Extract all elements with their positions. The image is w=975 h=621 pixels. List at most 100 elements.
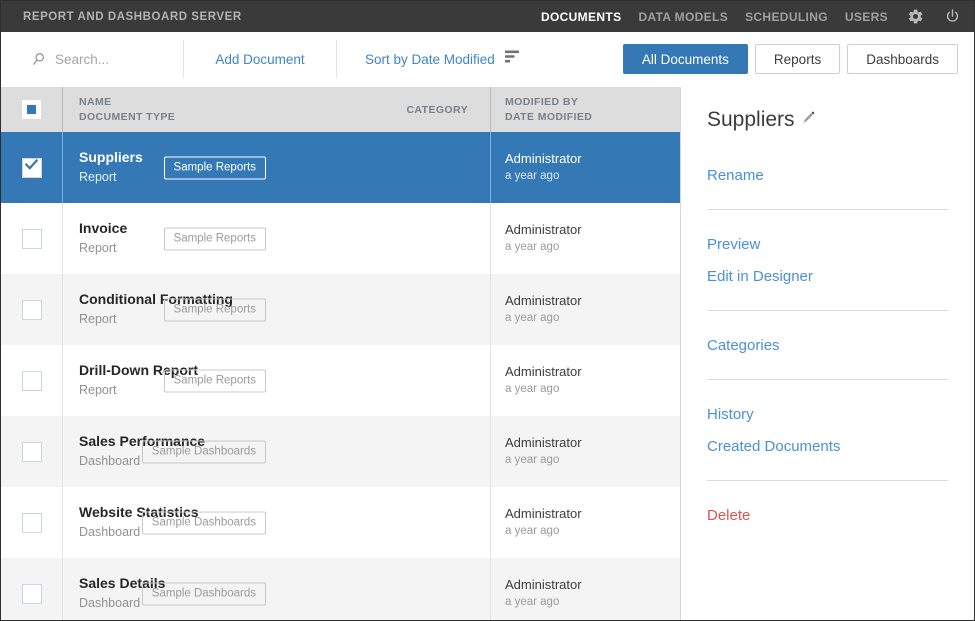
panel-group-open: Preview Edit in Designer (707, 236, 948, 286)
date-modified-value: a year ago (505, 383, 680, 396)
category-badge[interactable]: Sample Dashboards (142, 582, 266, 605)
nav-item-users[interactable]: USERS (845, 10, 888, 24)
category-badge[interactable]: Sample Reports (164, 227, 266, 250)
row-select-cell[interactable] (1, 345, 62, 416)
top-navigation: DOCUMENTS DATA MODELS SCHEDULING USERS (541, 7, 962, 27)
modified-by-value: Administrator (505, 294, 680, 308)
pencil-icon[interactable] (801, 110, 816, 130)
toolbar: Add Document Sort by Date Modified All D… (1, 32, 974, 87)
power-icon[interactable] (942, 7, 962, 27)
filter-all-documents-button[interactable]: All Documents (623, 44, 748, 74)
row-select-cell[interactable] (1, 416, 62, 487)
add-document-wrap: Add Document (184, 52, 336, 67)
row-modified-cell: Administrator a year ago (490, 416, 680, 487)
row-checkbox[interactable] (22, 158, 42, 178)
document-type: Report (79, 242, 127, 256)
modified-by-value: Administrator (505, 152, 680, 166)
panel-title-row: Suppliers (707, 109, 948, 130)
indeterminate-mark-icon (27, 105, 36, 114)
row-select-cell[interactable] (1, 487, 62, 558)
filter-dashboards-button[interactable]: Dashboards (847, 44, 958, 74)
history-link[interactable]: History (707, 406, 948, 424)
row-select-cell[interactable] (1, 558, 62, 620)
row-modified-cell: Administrator a year ago (490, 487, 680, 558)
table-row[interactable]: Sales Details Dashboard Sample Dashboard… (1, 558, 680, 620)
nav-item-documents[interactable]: DOCUMENTS (541, 10, 621, 24)
search-icon (31, 52, 46, 67)
table-row[interactable]: Sales Performance Dashboard Sample Dashb… (1, 416, 680, 487)
main-body: NAME DOCUMENT TYPE CATEGORY MODIFIED BY … (1, 87, 974, 620)
modified-by-value: Administrator (505, 507, 680, 521)
edit-in-designer-link[interactable]: Edit in Designer (707, 268, 948, 286)
row-checkbox[interactable] (22, 584, 42, 604)
filter-reports-button[interactable]: Reports (755, 44, 840, 74)
row-checkbox[interactable] (22, 229, 42, 249)
row-select-cell[interactable] (1, 203, 62, 274)
panel-divider-1 (707, 209, 948, 210)
category-badge[interactable]: Sample Reports (164, 156, 266, 179)
preview-link[interactable]: Preview (707, 236, 948, 254)
panel-divider-4 (707, 480, 948, 481)
row-name-cell: Sales Performance Dashboard Sample Dashb… (62, 416, 490, 487)
document-list: NAME DOCUMENT TYPE CATEGORY MODIFIED BY … (1, 87, 680, 620)
top-header-bar: REPORT AND DASHBOARD SERVER DOCUMENTS DA… (1, 1, 974, 32)
delete-link[interactable]: Delete (707, 507, 948, 525)
column-header-name-label: NAME (79, 96, 175, 108)
row-checkbox[interactable] (22, 442, 42, 462)
add-document-button[interactable]: Add Document (215, 52, 304, 67)
column-header-doctype-label: DOCUMENT TYPE (79, 111, 175, 123)
row-modified-cell: Administrator a year ago (490, 558, 680, 620)
panel-group-history: History Created Documents (707, 406, 948, 456)
row-select-cell[interactable] (1, 274, 62, 345)
row-checkbox[interactable] (22, 371, 42, 391)
category-badge[interactable]: Sample Reports (164, 298, 266, 321)
table-row[interactable]: Suppliers Report Sample Reports Administ… (1, 132, 680, 203)
column-header-modifiedby-label: MODIFIED BY (505, 96, 592, 108)
select-all-checkbox[interactable] (22, 100, 41, 119)
rename-link[interactable]: Rename (707, 167, 948, 185)
sort-button-label[interactable]: Sort by Date Modified (365, 52, 495, 67)
gear-icon[interactable] (905, 7, 925, 27)
categories-link[interactable]: Categories (707, 337, 948, 355)
document-type: Report (79, 171, 143, 185)
select-all-cell[interactable] (1, 87, 62, 132)
table-row[interactable]: Conditional Formatting Report Sample Rep… (1, 274, 680, 345)
document-filter-buttons: All Documents Reports Dashboards (623, 44, 958, 74)
search-box[interactable] (1, 32, 183, 86)
document-list-header: NAME DOCUMENT TYPE CATEGORY MODIFIED BY … (1, 87, 680, 132)
app-window: REPORT AND DASHBOARD SERVER DOCUMENTS DA… (0, 0, 975, 621)
table-row[interactable]: Website Statistics Dashboard Sample Dash… (1, 487, 680, 558)
row-checkbox[interactable] (22, 300, 42, 320)
row-select-cell[interactable] (1, 132, 62, 203)
modified-by-value: Administrator (505, 365, 680, 379)
created-documents-link[interactable]: Created Documents (707, 438, 948, 456)
category-badge[interactable]: Sample Dashboards (142, 511, 266, 534)
table-row[interactable]: Invoice Report Sample Reports Administra… (1, 203, 680, 274)
row-name-cell: Invoice Report Sample Reports (62, 203, 490, 274)
document-details-panel: Suppliers Rename Preview Edit in Designe… (680, 87, 974, 620)
row-name-cell: Conditional Formatting Report Sample Rep… (62, 274, 490, 345)
row-modified-cell: Administrator a year ago (490, 345, 680, 416)
row-checkbox[interactable] (22, 513, 42, 533)
table-row[interactable]: Drill-Down Report Report Sample Reports … (1, 345, 680, 416)
checkmark-icon (25, 159, 38, 170)
nav-item-data-models[interactable]: DATA MODELS (638, 10, 728, 24)
row-modified-cell: Administrator a year ago (490, 132, 680, 203)
date-modified-value: a year ago (505, 596, 680, 609)
category-badge[interactable]: Sample Dashboards (142, 440, 266, 463)
modified-by-value: Administrator (505, 436, 680, 450)
category-badge[interactable]: Sample Reports (164, 369, 266, 392)
date-modified-value: a year ago (505, 170, 680, 183)
sort-control[interactable]: Sort by Date Modified (337, 50, 520, 68)
column-header-name[interactable]: NAME DOCUMENT TYPE CATEGORY (62, 87, 490, 132)
document-name: Suppliers (79, 150, 143, 165)
column-header-modified[interactable]: MODIFIED BY DATE MODIFIED (490, 87, 680, 132)
date-modified-value: a year ago (505, 454, 680, 467)
panel-document-title: Suppliers (707, 109, 795, 130)
column-header-datemodified-label: DATE MODIFIED (505, 111, 592, 123)
search-input[interactable] (55, 52, 175, 67)
row-name-cell: Suppliers Report Sample Reports (62, 132, 490, 203)
nav-item-scheduling[interactable]: SCHEDULING (745, 10, 828, 24)
sort-descending-icon[interactable] (505, 50, 520, 68)
row-modified-cell: Administrator a year ago (490, 203, 680, 274)
